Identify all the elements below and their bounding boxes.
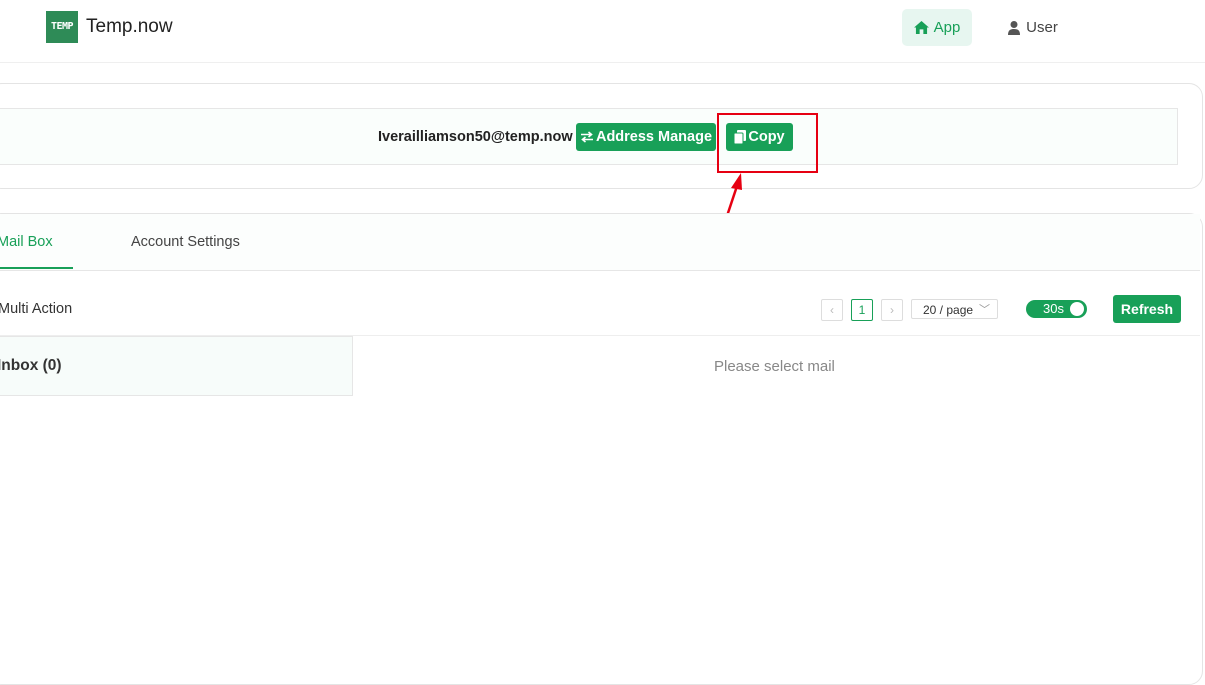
swap-icon — [580, 131, 593, 143]
auto-refresh-toggle[interactable]: 30s — [1026, 300, 1087, 318]
email-address: Iverailliamson50@temp.now — [378, 129, 573, 145]
nav-user-label: User — [1026, 19, 1058, 36]
empty-mail-message: Please select mail — [714, 358, 835, 375]
pagination-next-button[interactable]: › — [881, 299, 903, 321]
top-header: TEMP Temp.now App User — [0, 0, 1205, 63]
inbox-label: Inbox (0) — [0, 357, 62, 374]
nav-user-button[interactable]: User — [1000, 9, 1066, 46]
home-icon — [913, 21, 929, 34]
nav-app-label: App — [933, 19, 961, 36]
tab-bar: Mail Box Account Settings — [0, 214, 1200, 271]
auto-refresh-interval: 30s — [1043, 301, 1064, 316]
chevron-right-icon: › — [890, 303, 894, 317]
toggle-knob — [1070, 302, 1084, 316]
pagination-current-page[interactable]: 1 — [851, 299, 873, 321]
page-size-select[interactable]: 20 / page ﹀ — [911, 299, 998, 319]
tab-account-settings[interactable]: Account Settings — [131, 214, 240, 270]
tab-mail-box[interactable]: Mail Box — [0, 214, 73, 270]
mail-toolbar — [0, 271, 1200, 336]
address-manage-button[interactable]: Address Manage — [576, 123, 716, 151]
logo[interactable]: TEMP — [46, 11, 78, 43]
refresh-button[interactable]: Refresh — [1113, 295, 1181, 323]
brand-title[interactable]: Temp.now — [86, 16, 173, 38]
chevron-down-icon: ﹀ — [979, 304, 990, 316]
address-manage-label: Address Manage — [595, 129, 713, 145]
nav-app-button[interactable]: App — [902, 9, 972, 46]
multi-action-button[interactable]: Multi Action — [0, 301, 72, 317]
page-size-value: 20 / page — [923, 303, 974, 317]
active-tab-indicator — [0, 267, 73, 269]
highlight-annotation-box — [717, 113, 818, 173]
user-icon — [1008, 20, 1021, 35]
pagination-prev-button[interactable]: ‹ — [821, 299, 843, 321]
chevron-left-icon: ‹ — [830, 303, 834, 317]
